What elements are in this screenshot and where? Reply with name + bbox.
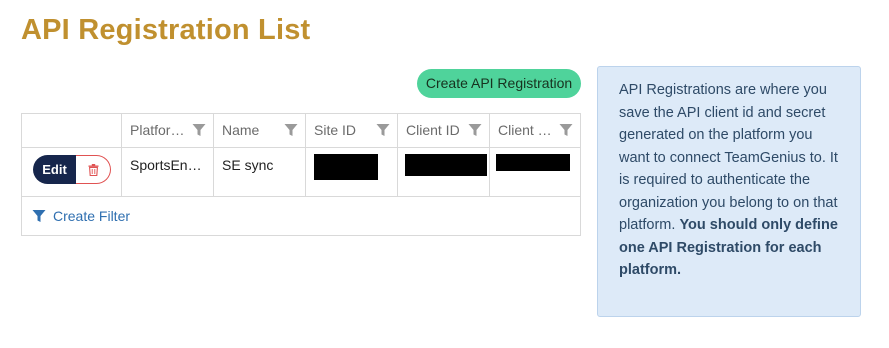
row-actions: Edit <box>22 147 122 196</box>
registration-table: Platfor… Name Site ID Client ID Client … <box>21 113 581 236</box>
create-filter-link[interactable]: Create Filter <box>32 208 130 224</box>
info-panel: API Registrations are where you save the… <box>597 66 861 317</box>
filter-icon[interactable] <box>284 123 298 137</box>
filter-icon[interactable] <box>376 123 390 137</box>
cell-site-id <box>306 147 398 196</box>
trash-icon <box>88 163 98 176</box>
filter-icon <box>32 210 46 222</box>
page-title: API Registration List <box>21 14 311 46</box>
create-filter-label: Create Filter <box>53 208 131 224</box>
delete-button[interactable] <box>76 155 111 184</box>
name-value: SE sync <box>222 157 274 173</box>
header-site-id[interactable]: Site ID <box>306 114 398 147</box>
header-name[interactable]: Name <box>214 114 306 147</box>
table-row: Edit SportsEn… SE sync <box>22 147 580 197</box>
filter-icon[interactable] <box>192 123 206 137</box>
table-header: Platfor… Name Site ID Client ID Client … <box>22 114 580 148</box>
client-id-redacted <box>405 154 487 176</box>
header-client-secret-label: Client … <box>498 122 552 138</box>
header-client-id[interactable]: Client ID <box>398 114 490 147</box>
edit-button[interactable]: Edit <box>33 155 76 184</box>
platform-value: SportsEn… <box>130 157 202 173</box>
header-name-label: Name <box>222 122 260 138</box>
create-api-registration-button[interactable]: Create API Registration <box>417 69 581 98</box>
filter-icon[interactable] <box>559 123 573 137</box>
header-client-id-label: Client ID <box>406 122 460 138</box>
info-description: API Registrations are where you save the… <box>619 82 838 233</box>
cell-name: SE sync <box>214 147 306 196</box>
header-site-id-label: Site ID <box>314 122 357 138</box>
row-action-buttons: Edit <box>33 155 111 184</box>
cell-platform: SportsEn… <box>122 147 214 196</box>
header-actions <box>22 114 122 147</box>
site-id-redacted <box>314 154 378 180</box>
header-platform[interactable]: Platfor… <box>122 114 214 147</box>
page: API Registration List Create API Registr… <box>0 0 889 348</box>
header-client-secret[interactable]: Client … <box>490 114 580 147</box>
header-platform-label: Platfor… <box>130 122 185 138</box>
filter-icon[interactable] <box>468 123 482 137</box>
client-secret-redacted <box>496 154 570 171</box>
cell-client-id <box>398 147 490 196</box>
info-text: API Registrations are where you save the… <box>619 79 844 282</box>
cell-client-secret <box>490 147 580 196</box>
